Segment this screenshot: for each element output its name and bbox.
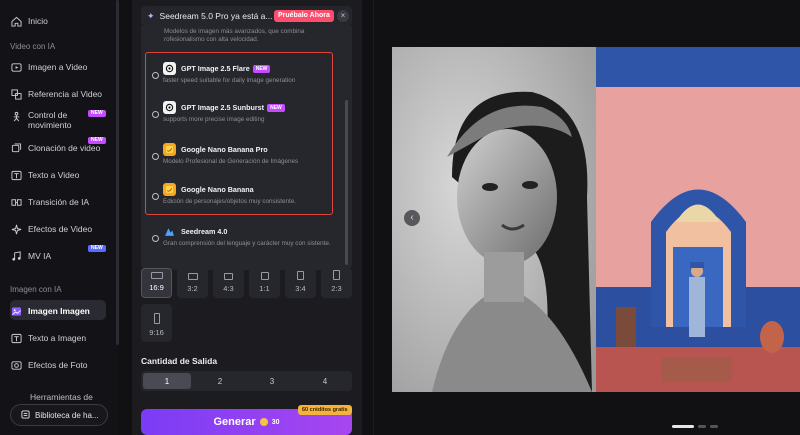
carousel-dots bbox=[672, 425, 718, 428]
output-option-4[interactable]: 4 bbox=[301, 373, 349, 389]
text-image-icon bbox=[10, 332, 22, 344]
output-quantity-label: Cantidad de Salida bbox=[141, 356, 218, 366]
sidebar-item-label: Efectos de Video bbox=[28, 224, 93, 234]
ratio-label: 2:3 bbox=[331, 284, 342, 293]
sidebar-item-label: Clonación de video bbox=[28, 143, 101, 153]
sidebar-item-label: Transición de IA bbox=[28, 197, 90, 207]
section-video-label: Video con IA bbox=[10, 42, 56, 51]
output-option-1[interactable]: 1 bbox=[143, 373, 191, 389]
sidebar-item-label: Texto a Imagen bbox=[28, 333, 87, 343]
sidebar-item-label: Efectos de Foto bbox=[28, 360, 88, 370]
ratio-4-3[interactable]: 4:3 bbox=[213, 268, 244, 298]
dropdown-scrollbar[interactable] bbox=[345, 100, 348, 265]
carousel-dot[interactable] bbox=[710, 425, 718, 428]
sidebar-item-referencia[interactable]: Referencia al Video bbox=[10, 88, 102, 100]
ratio-shape bbox=[224, 273, 233, 280]
photo-effects-icon bbox=[10, 359, 22, 371]
ratio-shape bbox=[297, 271, 304, 280]
seedream-icon bbox=[163, 225, 176, 238]
library-label: Biblioteca de ha... bbox=[35, 410, 99, 420]
notification-text: Seedream 5.0 Pro ya está a... bbox=[159, 11, 273, 21]
output-option-3[interactable]: 3 bbox=[248, 373, 296, 389]
sidebar-item-label: Control de movimiento bbox=[28, 110, 72, 130]
prev-arrow-icon[interactable]: ‹ bbox=[404, 210, 420, 226]
new-badge: NEW bbox=[88, 110, 106, 117]
sidebar-item-texto-imagen[interactable]: Texto a Imagen bbox=[10, 332, 86, 344]
model-desc-partial: Modelos de imagen más avanzados, que com… bbox=[164, 28, 305, 43]
music-icon bbox=[10, 250, 22, 262]
ratio-shape bbox=[187, 273, 198, 280]
ratio-shape bbox=[260, 272, 269, 280]
ratio-1-1[interactable]: 1:1 bbox=[249, 268, 280, 298]
ratio-shape bbox=[333, 270, 340, 280]
library-icon bbox=[21, 409, 30, 421]
free-credits-badge: 60 créditos gratis bbox=[298, 405, 352, 415]
image-icon bbox=[10, 305, 22, 317]
ratio-label: 9:16 bbox=[149, 328, 164, 337]
new-badge: NEW bbox=[88, 245, 106, 252]
sidebar-item-label: Inicio bbox=[28, 16, 48, 26]
clone-icon bbox=[10, 142, 22, 154]
sidebar-item-label: MV IA bbox=[28, 251, 52, 261]
sidebar-item-control-movimiento[interactable]: Control de movimiento bbox=[10, 110, 82, 130]
library-button[interactable]: Biblioteca de ha... bbox=[10, 404, 108, 426]
ratio-3-4[interactable]: 3:4 bbox=[285, 268, 316, 298]
model-desc: Gran comprensión del lenguaje y carácter… bbox=[163, 240, 331, 247]
reference-icon bbox=[10, 88, 22, 100]
ratio-2-3[interactable]: 2:3 bbox=[321, 268, 352, 298]
section-image-label: Imagen con IA bbox=[10, 285, 62, 294]
sidebar-item-inicio[interactable]: Inicio bbox=[10, 15, 48, 27]
ratio-shape bbox=[150, 272, 163, 279]
ratio-label: 3:4 bbox=[295, 284, 306, 293]
motion-icon bbox=[10, 110, 22, 122]
output-option-2[interactable]: 2 bbox=[196, 373, 244, 389]
wes-anderson-image bbox=[596, 47, 800, 392]
ratio-label: 1:1 bbox=[259, 284, 270, 293]
ratio-3-2[interactable]: 3:2 bbox=[177, 268, 208, 298]
sidebar-item-efectos-foto[interactable]: Efectos de Foto bbox=[10, 359, 88, 371]
ratio-shape bbox=[153, 313, 160, 324]
sidebar-item-mv-ia[interactable]: MV IA bbox=[10, 250, 51, 262]
sidebar-scrollbar[interactable] bbox=[116, 0, 119, 345]
try-now-button[interactable]: Pruébalo Ahora bbox=[274, 10, 334, 22]
ratio-label: 16:9 bbox=[149, 283, 164, 292]
text-video-icon bbox=[10, 169, 22, 181]
home-icon bbox=[10, 15, 22, 27]
sidebar-item-efectos-video[interactable]: Efectos de Video bbox=[10, 223, 92, 235]
ratio-label: 3:2 bbox=[187, 284, 198, 293]
close-icon[interactable]: × bbox=[337, 10, 349, 22]
ratio-9-16[interactable]: 9:16 bbox=[141, 304, 172, 342]
transition-icon bbox=[10, 196, 22, 208]
sidebar-item-imagen-video[interactable]: Imagen a Video bbox=[10, 61, 87, 73]
ratio-label: 4:3 bbox=[223, 284, 234, 293]
sidebar-item-label: Imagen a Video bbox=[28, 62, 88, 72]
sidebar-item-label: Referencia al Video bbox=[28, 89, 103, 99]
notification-banner: ✦ Seedream 5.0 Pro ya está a... Pruébalo… bbox=[141, 6, 352, 26]
model-radio[interactable] bbox=[152, 235, 159, 242]
image-video-icon bbox=[10, 61, 22, 73]
sidebar-item-transicion[interactable]: Transición de IA bbox=[10, 196, 89, 208]
sidebar-item-texto-video[interactable]: Texto a Video bbox=[10, 169, 79, 181]
sidebar-item-label: Herramientas de bbox=[30, 392, 93, 402]
carousel-dot-active[interactable] bbox=[672, 425, 694, 428]
new-badge: NEW bbox=[88, 137, 106, 144]
sidebar-item-imagen-imagen[interactable]: Imagen Imagen bbox=[10, 305, 90, 317]
divider bbox=[373, 0, 374, 435]
effects-icon bbox=[10, 223, 22, 235]
sidebar-item-label: Texto a Video bbox=[28, 170, 80, 180]
carousel-dot[interactable] bbox=[698, 425, 706, 428]
sidebar-item-label: Imagen Imagen bbox=[28, 306, 90, 316]
generate-cost: 30 bbox=[271, 418, 280, 426]
ratio-16-9[interactable]: 16:9 bbox=[141, 268, 172, 298]
generate-label: Generar bbox=[213, 416, 256, 428]
sparkle-icon: ✦ bbox=[147, 10, 155, 21]
coin-icon bbox=[259, 418, 268, 426]
model-name: Seedream 4.0 bbox=[181, 227, 228, 236]
bw-portrait-image bbox=[392, 47, 596, 392]
sidebar-item-clonacion[interactable]: Clonación de video bbox=[10, 142, 100, 154]
selection-highlight-box bbox=[145, 52, 333, 215]
sidebar-item-herramientas[interactable]: Herramientas de bbox=[30, 392, 93, 402]
